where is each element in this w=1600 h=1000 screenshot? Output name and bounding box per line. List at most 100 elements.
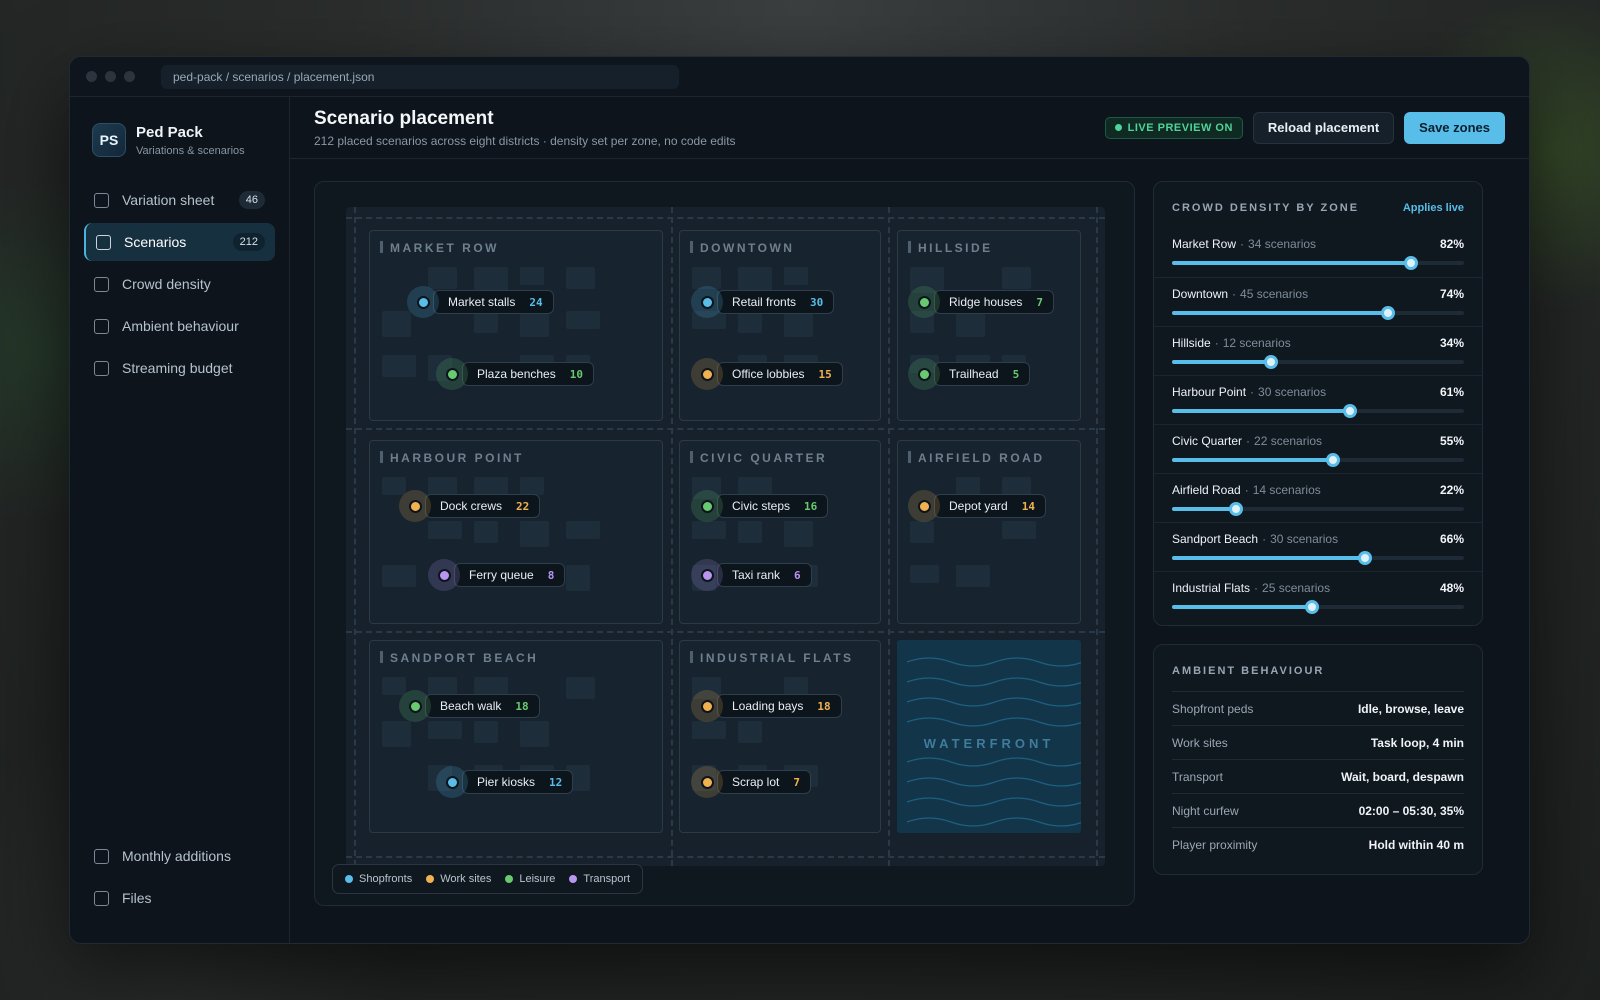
scenario-pin-beach-walk[interactable]: Beach walk 18 [399,690,540,722]
slider-fill [1172,261,1412,265]
card-title: AMBIENT BEHAVIOUR [1172,665,1325,677]
slider-thumb[interactable] [1404,256,1419,270]
sidebar-item-variation-sheet[interactable]: Variation sheet 46 [84,181,275,219]
scenario-pin-civic-steps[interactable]: Civic steps 16 [691,490,829,522]
window-close-dot[interactable] [86,71,97,82]
zone-scenario-count: 30 scenarios [1270,532,1339,546]
slider-thumb[interactable] [1343,404,1358,418]
scenario-pin-ridge-houses[interactable]: Ridge houses 7 [908,286,1055,318]
district-hillside[interactable]: HILLSIDE [897,230,1081,421]
density-slider[interactable] [1172,404,1464,418]
scenario-pin-trailhead[interactable]: Trailhead 5 [908,358,1031,390]
ambient-behaviour-row[interactable]: Transport Wait, board, despawn [1172,759,1464,793]
density-slider-list: Market Row · 34 scenarios 82% Downtown · 45 sc… [1154,228,1482,620]
district-label: MARKET ROW [380,241,499,255]
placement-map[interactable]: MARKET ROW DOWNTOWN HILLSIDE HARBOUR POI… [346,207,1105,866]
sidebar-item-label: Monthly additions [122,848,231,864]
district-harbour-point[interactable]: HARBOUR POINT [369,440,663,624]
ambient-behaviour-row[interactable]: Shopfront peds Idle, browse, leave [1172,691,1464,725]
zone-density-value: 74% [1439,287,1464,301]
applies-live-link[interactable]: Applies live [1403,202,1464,214]
save-zones-button[interactable]: Save zones [1404,111,1505,144]
checkbox-icon[interactable] [94,890,109,906]
leisure-pin-icon [908,358,940,390]
scenario-pin-taxi-rank[interactable]: Taxi rank 6 [691,559,812,591]
work-site-pin-icon [399,490,431,522]
density-slider-row: Industrial Flats · 25 scenarios 48% [1154,571,1482,620]
checkbox-icon[interactable] [94,192,109,208]
slider-thumb[interactable] [1357,551,1372,565]
checkbox-icon[interactable] [94,318,109,334]
density-slider[interactable] [1172,355,1464,369]
checkbox-icon[interactable] [96,234,111,250]
pin-label: Loading bays [732,699,804,713]
placement-map-card: MARKET ROW DOWNTOWN HILLSIDE HARBOUR POI… [314,181,1135,906]
scenario-pin-scrap-lot[interactable]: Scrap lot 7 [691,766,811,798]
density-slider-row: Civic Quarter · 22 scenarios 55% [1154,424,1482,473]
leisure-pin-icon [436,358,468,390]
scenario-pin-dock-crews[interactable]: Dock crews 22 [399,490,541,522]
scenario-pin-depot-yard[interactable]: Depot yard 14 [908,490,1046,522]
zone-name: Harbour Point [1172,385,1247,399]
sidebar-item-ambient-behaviour[interactable]: Ambient behaviour [84,307,275,345]
separator: · [1254,581,1259,595]
work-site-pin-icon [691,358,723,390]
sidebar-item-streaming-budget[interactable]: Streaming budget [84,349,275,387]
slider-thumb[interactable] [1229,502,1244,516]
district-market-row[interactable]: MARKET ROW [369,230,663,421]
zone-scenario-count: 45 scenarios [1240,287,1309,301]
pin-count: 18 [515,699,529,713]
density-slider[interactable] [1172,551,1464,565]
checkbox-icon[interactable] [94,848,109,864]
crowd-density-card: CROWD DENSITY BY ZONE Applies live Marke… [1153,181,1483,626]
district-industrial-flats[interactable]: INDUSTRIAL FLATS [679,640,881,833]
scenario-pin-office-lobbies[interactable]: Office lobbies 15 [691,358,843,390]
district-label: DOWNTOWN [690,241,794,255]
behaviour-value: 02:00 – 05:30, 35% [1358,803,1464,818]
district-airfield-road[interactable]: AIRFIELD ROAD [897,440,1081,624]
scenario-pin-plaza-benches[interactable]: Plaza benches 10 [436,358,594,390]
district-civic-quarter[interactable]: CIVIC QUARTER [679,440,881,624]
reload-placement-button[interactable]: Reload placement [1252,111,1395,144]
density-slider-row: Market Row · 34 scenarios 82% [1154,228,1482,277]
road [346,428,1105,430]
sidebar-item-files[interactable]: Files [84,879,276,917]
sidebar-item-crowd-density[interactable]: Crowd density [84,265,275,303]
slider-thumb[interactable] [1325,453,1340,467]
building-block [1002,521,1036,539]
district-sandport-beach[interactable]: SANDPORT BEACH [369,640,663,833]
building-block [566,677,595,699]
sidebar-item-monthly-additions[interactable]: Monthly additions [84,837,276,875]
density-slider[interactable] [1172,502,1464,516]
density-slider[interactable] [1172,306,1464,320]
separator: · [1214,336,1219,350]
checkbox-icon[interactable] [94,276,109,292]
slider-thumb[interactable] [1264,355,1279,369]
sidebar-item-scenarios[interactable]: Scenarios 212 [84,223,275,261]
checkbox-icon[interactable] [94,360,109,376]
pin-count: 7 [793,775,800,789]
pin-label: Scrap lot [732,775,780,789]
path-bar[interactable]: ped-pack / scenarios / placement.json [161,64,679,89]
scenario-pin-ferry-queue[interactable]: Ferry queue 8 [428,559,566,591]
slider-thumb[interactable] [1305,600,1320,614]
density-slider[interactable] [1172,453,1464,467]
scenario-pin-retail-fronts[interactable]: Retail fronts 30 [691,286,835,318]
density-slider[interactable] [1172,256,1464,270]
district-downtown[interactable]: DOWNTOWN [679,230,881,421]
ambient-behaviour-list: Shopfront peds Idle, browse, leave Work si… [1154,691,1482,861]
building-block [428,721,462,739]
density-slider[interactable] [1172,600,1464,614]
ambient-behaviour-row[interactable]: Work sites Task loop, 4 min [1172,725,1464,759]
ambient-behaviour-row[interactable]: Player proximity Hold within 40 m [1172,827,1464,861]
ambient-behaviour-row[interactable]: Night curfew 02:00 – 05:30, 35% [1172,793,1464,827]
scenario-pin-market-stalls[interactable]: Market stalls 24 [407,286,554,318]
title-bar: ped-pack / scenarios / placement.json [70,57,1529,97]
app-window: ped-pack / scenarios / placement.json PS… [69,56,1530,944]
window-maximize-dot[interactable] [124,71,135,82]
window-minimize-dot[interactable] [105,71,116,82]
scenario-pin-pier-kiosks[interactable]: Pier kiosks 12 [436,766,574,798]
zone-scenario-count: 14 scenarios [1252,483,1321,497]
slider-thumb[interactable] [1381,306,1396,320]
scenario-pin-loading-bays[interactable]: Loading bays 18 [691,690,842,722]
